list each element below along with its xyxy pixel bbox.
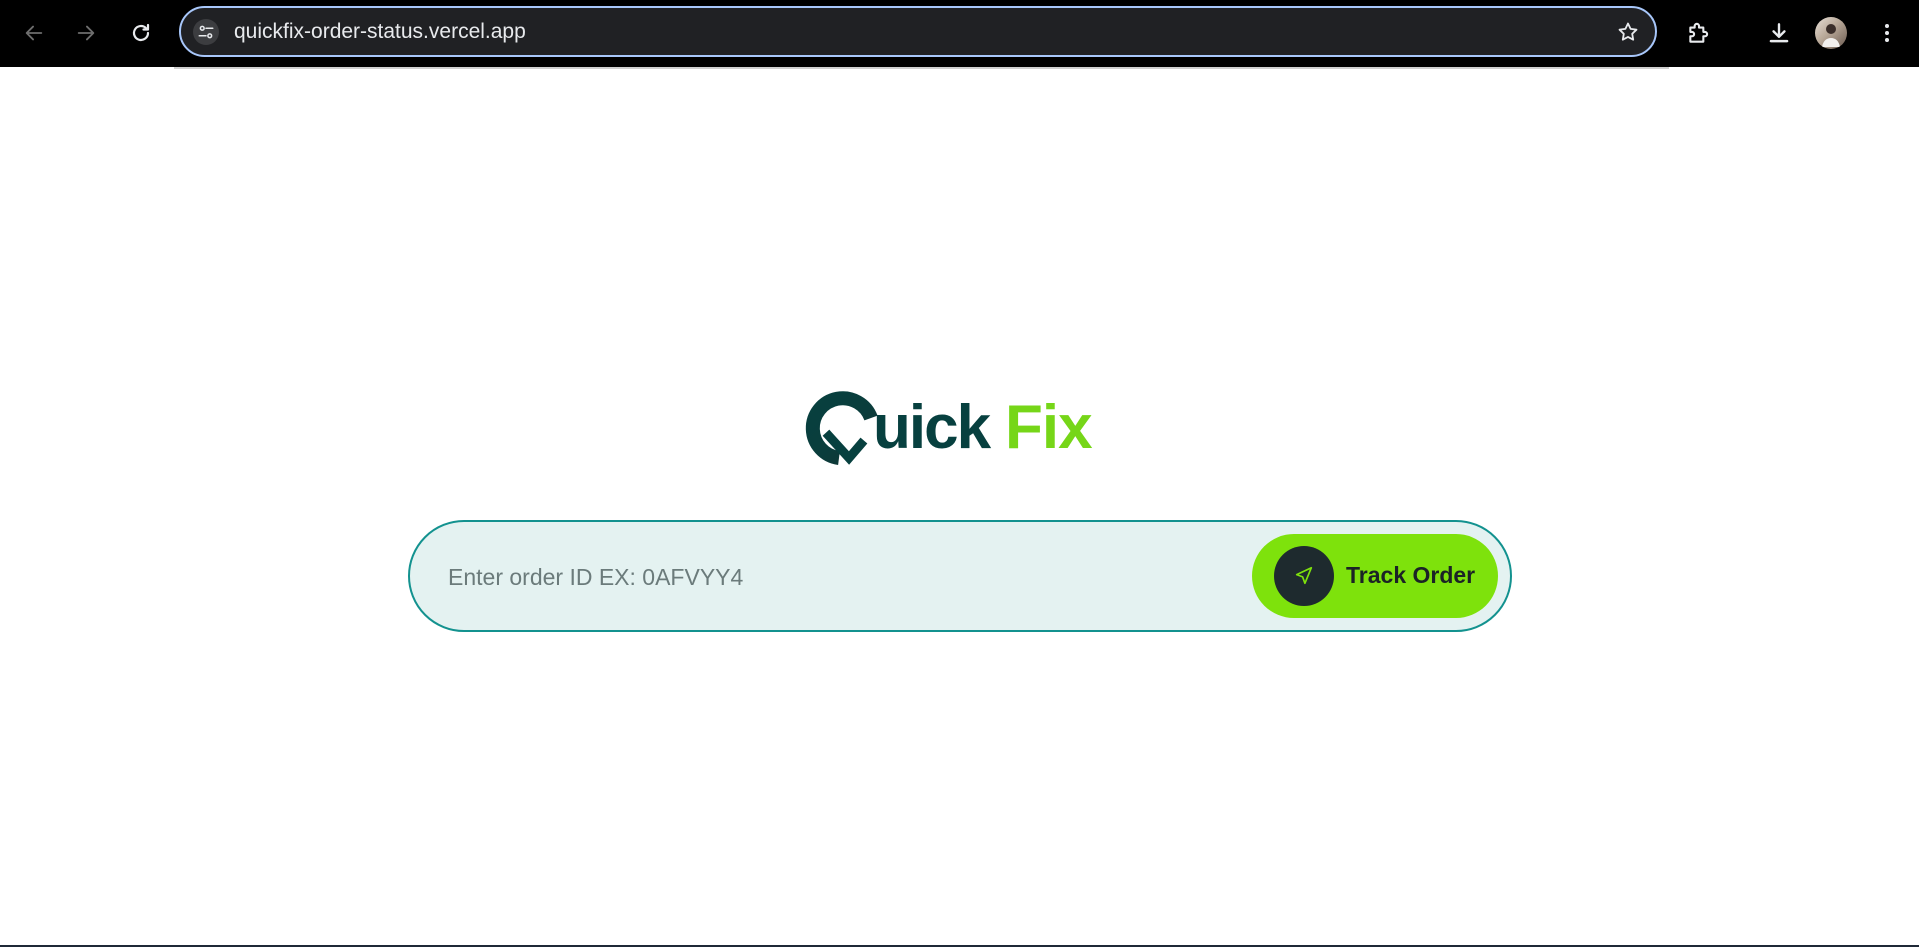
forward-button[interactable] xyxy=(65,12,107,54)
reload-icon xyxy=(132,23,150,42)
track-order-button[interactable]: Track Order xyxy=(1252,534,1498,618)
order-search-bar: Track Order xyxy=(408,520,1512,632)
site-info-button[interactable] xyxy=(193,19,219,45)
puzzle-icon xyxy=(1689,22,1709,43)
back-button[interactable] xyxy=(13,12,55,54)
arrow-left-icon xyxy=(25,25,43,41)
kebab-menu-icon xyxy=(1885,24,1889,42)
order-id-input[interactable] xyxy=(446,550,1230,604)
toolbar-divider xyxy=(174,67,1669,69)
browser-menu-button[interactable] xyxy=(1866,12,1908,54)
logo-text-quick-tail: uick xyxy=(873,393,992,462)
quickfix-logo: uick Fix xyxy=(805,378,1120,468)
url-text[interactable]: quickfix-order-status.vercel.app xyxy=(234,20,526,44)
logo-mark: uick Fix xyxy=(805,391,1094,465)
reload-button[interactable] xyxy=(120,12,162,54)
logo-text-fix: Fix xyxy=(1005,393,1093,462)
track-order-label: Track Order xyxy=(1346,562,1476,588)
browser-toolbar: quickfix-order-status.vercel.app xyxy=(0,0,1919,67)
bookmark-button[interactable] xyxy=(1613,17,1643,47)
download-icon xyxy=(1769,23,1789,43)
downloads-button[interactable] xyxy=(1758,12,1800,54)
send-icon-badge xyxy=(1274,546,1334,606)
avatar-image xyxy=(1822,24,1840,47)
tune-icon xyxy=(198,25,214,39)
extensions-button[interactable] xyxy=(1678,12,1720,54)
address-bar[interactable]: quickfix-order-status.vercel.app xyxy=(179,6,1657,57)
profile-avatar[interactable] xyxy=(1815,17,1847,49)
star-icon xyxy=(1618,22,1638,41)
arrow-right-icon xyxy=(77,25,95,41)
send-icon xyxy=(1295,566,1313,585)
